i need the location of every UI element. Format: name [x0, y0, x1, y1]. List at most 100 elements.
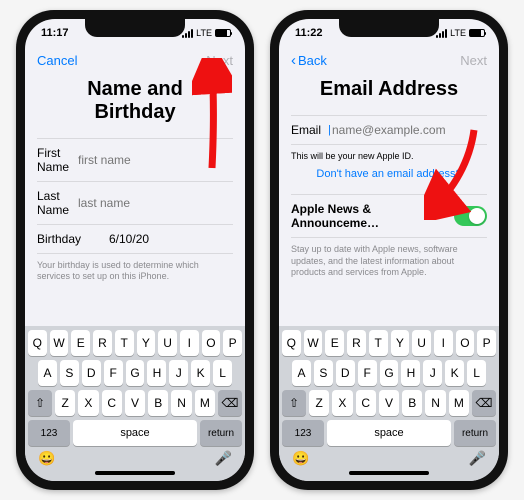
news-toggle[interactable] — [454, 206, 487, 226]
key-v[interactable]: V — [125, 390, 145, 416]
backspace-key[interactable]: ⌫ — [218, 390, 242, 416]
title-line-2: Birthday — [94, 101, 175, 123]
key-u[interactable]: U — [412, 330, 431, 356]
key-f[interactable]: F — [104, 360, 123, 386]
keyboard[interactable]: QWERTYUIOP ASDFGHJKL ⇧ ZXCVBNM ⌫ 123 spa… — [25, 326, 245, 481]
keyboard[interactable]: QWERTYUIOP ASDFGHJKL ⇧ ZXCVBNM ⌫ 123 spa… — [279, 326, 499, 481]
key-m[interactable]: M — [449, 390, 469, 416]
key-c[interactable]: C — [102, 390, 122, 416]
key-q[interactable]: Q — [282, 330, 301, 356]
key-y[interactable]: Y — [391, 330, 410, 356]
key-v[interactable]: V — [379, 390, 399, 416]
key-d[interactable]: D — [82, 360, 101, 386]
key-p[interactable]: P — [477, 330, 496, 356]
key-d[interactable]: D — [336, 360, 355, 386]
key-q[interactable]: Q — [28, 330, 47, 356]
return-key[interactable]: return — [454, 420, 496, 446]
key-o[interactable]: O — [456, 330, 475, 356]
mic-icon[interactable]: 🎤 — [215, 450, 232, 467]
key-m[interactable]: M — [195, 390, 215, 416]
next-button[interactable]: Next — [460, 53, 487, 68]
key-b[interactable]: B — [148, 390, 168, 416]
emoji-icon[interactable]: 😀 — [38, 450, 55, 467]
key-r[interactable]: R — [347, 330, 366, 356]
key-b[interactable]: B — [402, 390, 422, 416]
birthday-footnote: Your birthday is used to determine which… — [37, 254, 233, 283]
status-time: 11:17 — [41, 27, 69, 39]
news-toggle-label: Apple News & Announceme… — [291, 202, 454, 230]
first-name-row[interactable]: First Name — [37, 138, 233, 182]
key-w[interactable]: W — [304, 330, 323, 356]
key-k[interactable]: K — [191, 360, 210, 386]
key-p[interactable]: P — [223, 330, 242, 356]
key-r[interactable]: R — [93, 330, 112, 356]
key-t[interactable]: T — [369, 330, 388, 356]
key-j[interactable]: J — [423, 360, 442, 386]
last-name-field[interactable] — [78, 196, 233, 210]
key-g[interactable]: G — [126, 360, 145, 386]
email-row[interactable]: Email | — [291, 115, 487, 145]
network-label: LTE — [450, 28, 466, 38]
key-y[interactable]: Y — [137, 330, 156, 356]
shift-key[interactable]: ⇧ — [282, 390, 306, 416]
key-u[interactable]: U — [158, 330, 177, 356]
nav-bar: Cancel Next — [25, 47, 245, 72]
key-a[interactable]: A — [38, 360, 57, 386]
emoji-icon[interactable]: 😀 — [292, 450, 309, 467]
key-e[interactable]: E — [71, 330, 90, 356]
key-i[interactable]: I — [434, 330, 453, 356]
key-h[interactable]: H — [147, 360, 166, 386]
key-z[interactable]: Z — [55, 390, 75, 416]
kb-row-3: ⇧ ZXCVBNM ⌫ — [282, 390, 496, 416]
mic-icon[interactable]: 🎤 — [469, 450, 486, 467]
shift-key[interactable]: ⇧ — [28, 390, 52, 416]
space-key[interactable]: space — [73, 420, 197, 446]
key-l[interactable]: L — [213, 360, 232, 386]
key-g[interactable]: G — [380, 360, 399, 386]
birthday-value[interactable]: 6/10/20 — [109, 232, 233, 246]
numbers-key[interactable]: 123 — [28, 420, 70, 446]
screen-right: 11:22 LTE ‹ Back Next Email Address Emai… — [279, 19, 499, 481]
key-c[interactable]: C — [356, 390, 376, 416]
key-z[interactable]: Z — [309, 390, 329, 416]
back-button[interactable]: ‹ Back — [291, 53, 327, 68]
news-toggle-row: Apple News & Announceme… — [291, 194, 487, 238]
key-f[interactable]: F — [358, 360, 377, 386]
network-label: LTE — [196, 28, 212, 38]
key-n[interactable]: N — [171, 390, 191, 416]
email-label: Email — [291, 123, 328, 137]
phone-right: 11:22 LTE ‹ Back Next Email Address Emai… — [270, 10, 508, 490]
key-l[interactable]: L — [467, 360, 486, 386]
key-x[interactable]: X — [78, 390, 98, 416]
backspace-key[interactable]: ⌫ — [472, 390, 496, 416]
numbers-key[interactable]: 123 — [282, 420, 324, 446]
first-name-field[interactable] — [78, 153, 233, 167]
key-n[interactable]: N — [425, 390, 445, 416]
key-o[interactable]: O — [202, 330, 221, 356]
key-k[interactable]: K — [445, 360, 464, 386]
last-name-row[interactable]: Last Name — [37, 182, 233, 225]
no-email-link[interactable]: Don't have an email address? — [291, 162, 487, 190]
key-x[interactable]: X — [332, 390, 352, 416]
home-indicator[interactable] — [95, 471, 175, 475]
next-button[interactable]: Next — [206, 53, 233, 68]
key-h[interactable]: H — [401, 360, 420, 386]
birthday-row[interactable]: Birthday 6/10/20 — [37, 225, 233, 254]
email-field[interactable] — [332, 123, 487, 137]
key-j[interactable]: J — [169, 360, 188, 386]
kb-row-3-letters: ZXCVBNM — [55, 390, 215, 416]
key-s[interactable]: S — [60, 360, 79, 386]
home-indicator[interactable] — [349, 471, 429, 475]
return-key[interactable]: return — [200, 420, 242, 446]
key-i[interactable]: I — [180, 330, 199, 356]
key-e[interactable]: E — [325, 330, 344, 356]
key-w[interactable]: W — [50, 330, 69, 356]
space-key[interactable]: space — [327, 420, 451, 446]
kb-row-3-letters: ZXCVBNM — [309, 390, 469, 416]
nav-bar: ‹ Back Next — [279, 47, 499, 72]
key-a[interactable]: A — [292, 360, 311, 386]
cancel-button[interactable]: Cancel — [37, 53, 77, 68]
back-label: Back — [298, 53, 327, 68]
key-t[interactable]: T — [115, 330, 134, 356]
key-s[interactable]: S — [314, 360, 333, 386]
